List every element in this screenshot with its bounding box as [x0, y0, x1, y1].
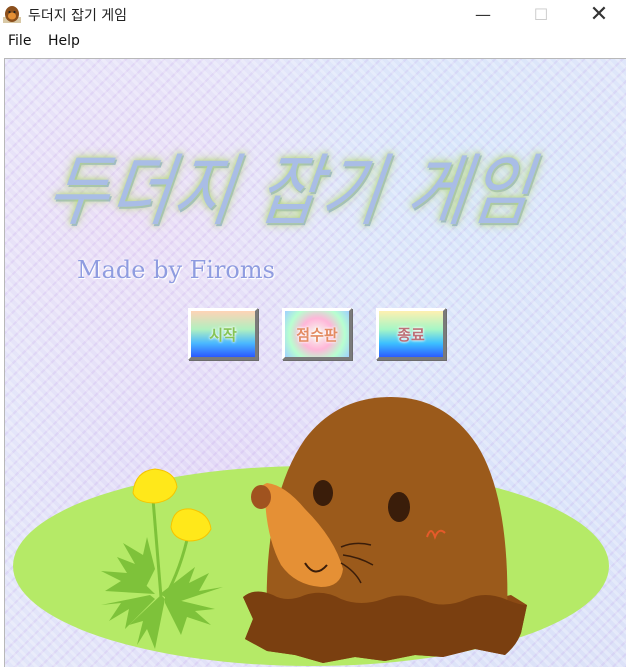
maximize-button[interactable]: ☐	[518, 0, 564, 30]
mole-icon	[3, 6, 21, 23]
menu-bar: File Help	[0, 30, 626, 54]
window-title: 두더지 잡기 게임	[28, 8, 128, 24]
title-bar: 두더지 잡기 게임 — ☐ ✕	[0, 0, 626, 30]
menu-file[interactable]: File	[8, 33, 31, 49]
quit-button[interactable]: 종료	[376, 308, 446, 360]
mole-eye-left	[313, 480, 333, 506]
mole-nose	[251, 485, 271, 509]
game-subtitle: Made by Firoms	[77, 256, 275, 284]
mole-scene	[13, 397, 609, 666]
game-title: 두더지 잡기 게임	[41, 147, 539, 237]
start-button[interactable]: 시작	[188, 308, 258, 360]
scoreboard-button[interactable]: 점수판	[282, 308, 352, 360]
menu-help[interactable]: Help	[48, 33, 80, 49]
close-button[interactable]: ✕	[576, 0, 622, 30]
mole-eye-right	[388, 492, 410, 522]
minimize-button[interactable]: —	[460, 0, 506, 30]
game-canvas: 두더지 잡기 게임 Made by Firoms 시작 점수판 종료	[4, 58, 626, 667]
